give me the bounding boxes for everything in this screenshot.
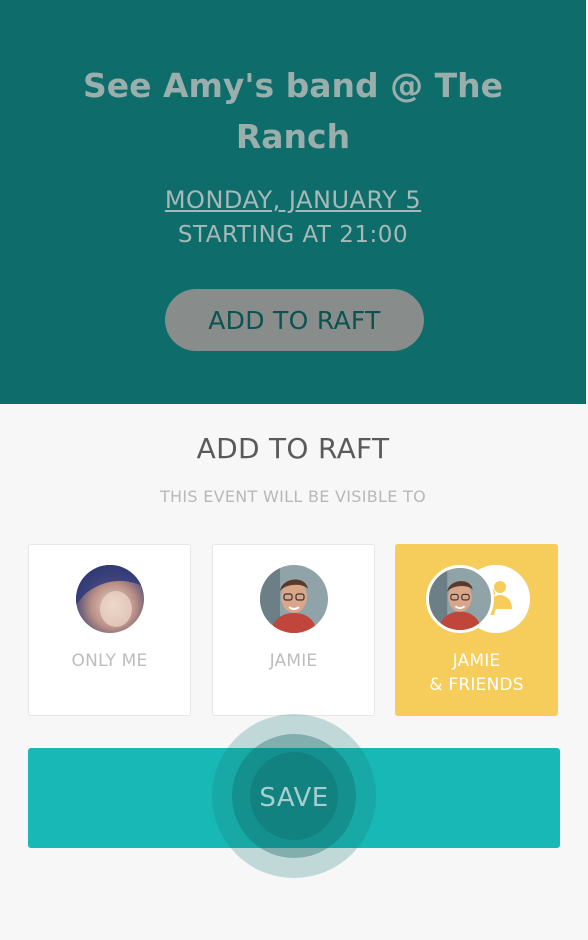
option-label: JAMIE & FRIENDS (429, 651, 524, 695)
event-title: See Amy's band @ The Ranch (82, 66, 504, 156)
option-label: ONLY ME (71, 651, 148, 671)
add-to-raft-button[interactable]: ADD TO RAFT (165, 289, 424, 351)
jamie-avatar (426, 565, 494, 633)
save-button[interactable] (28, 748, 560, 848)
event-header: See Amy's band @ The Ranch MONDAY, JANUA… (0, 0, 586, 404)
jamie-avatar (260, 565, 328, 633)
panel-title: ADD TO RAFT (196, 432, 390, 465)
visibility-option-jamie-and-friends[interactable]: JAMIE & FRIENDS (395, 544, 558, 716)
visibility-option-jamie[interactable]: JAMIE (212, 544, 375, 716)
visibility-option-only-me[interactable]: ONLY ME (28, 544, 191, 716)
option-label: JAMIE (269, 651, 318, 671)
user-avatar (76, 565, 144, 633)
panel-subtitle: THIS EVENT WILL BE VISIBLE TO (159, 487, 427, 506)
event-date-link[interactable]: MONDAY, JANUARY 5 (0, 186, 586, 214)
event-time: STARTING AT 21:00 (177, 222, 409, 248)
